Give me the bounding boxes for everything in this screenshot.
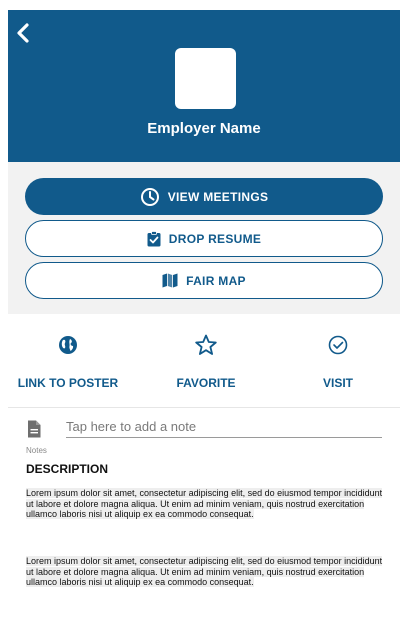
description-title: DESCRIPTION <box>26 462 109 476</box>
description-paragraph-text: Lorem ipsum dolor sit amet, consectetur … <box>26 556 383 587</box>
quick-actions-row: LINK TO POSTER FAVORITE VISIT <box>8 314 400 408</box>
view-meetings-button[interactable]: VIEW MEETINGS <box>25 178 383 215</box>
action-buttons-panel: VIEW MEETINGS DROP RESUME FAIR MAP <box>8 162 400 314</box>
notes-and-description: Notes DESCRIPTION Lorem ipsum dolor sit … <box>8 408 400 631</box>
star-outline-icon <box>195 334 217 355</box>
employer-name: Employer Name <box>147 120 261 137</box>
clipboard-check-icon <box>147 230 161 246</box>
employer-header: Employer Name <box>8 10 400 162</box>
description-paragraph: Lorem ipsum dolor sit amet, consectetur … <box>26 556 386 588</box>
globe-icon <box>59 336 77 354</box>
favorite-action[interactable]: FAVORITE <box>146 332 266 390</box>
visit-action[interactable]: VISIT <box>278 332 398 390</box>
description-paragraph-text: Lorem ipsum dolor sit amet, consectetur … <box>26 488 383 519</box>
employer-logo <box>175 48 236 109</box>
link-to-poster-action[interactable]: LINK TO POSTER <box>8 332 128 390</box>
drop-resume-label: DROP RESUME <box>168 231 262 246</box>
fair-map-label: FAIR MAP <box>186 273 246 288</box>
map-icon <box>162 273 178 288</box>
favorite-label: FAVORITE <box>176 376 236 390</box>
back-button[interactable] <box>10 18 36 48</box>
drop-resume-button[interactable]: DROP RESUME <box>25 220 383 257</box>
note-input[interactable] <box>66 418 382 438</box>
document-icon <box>28 420 41 438</box>
view-meetings-label: VIEW MEETINGS <box>167 189 269 204</box>
check-circle-icon <box>328 335 348 355</box>
link-to-poster-label: LINK TO POSTER <box>17 376 119 390</box>
description-paragraph: Lorem ipsum dolor sit amet, consectetur … <box>26 488 386 520</box>
clock-icon <box>140 187 159 206</box>
visit-label: VISIT <box>322 376 353 390</box>
notes-caption: Notes <box>26 446 47 455</box>
fair-map-button[interactable]: FAIR MAP <box>25 262 383 299</box>
chevron-left-icon <box>17 23 29 43</box>
